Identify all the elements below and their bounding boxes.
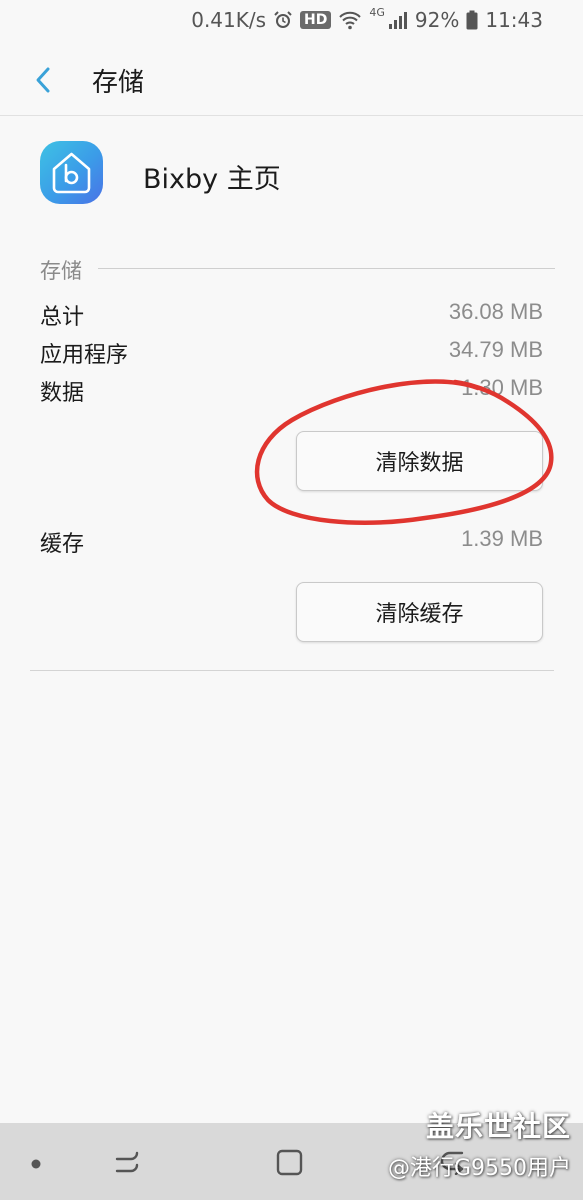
status-bar: 0.41K/s HD 4G 92% 11:43	[0, 0, 583, 40]
cache-label: 缓存	[40, 532, 85, 557]
alarm-icon	[273, 10, 293, 30]
back-button[interactable]	[24, 60, 64, 100]
application-label: 应用程序	[40, 343, 129, 368]
battery-icon	[466, 10, 478, 30]
status-icons: 0.41K/s HD 4G 92% 11:43	[191, 6, 543, 34]
bixby-home-icon	[40, 141, 103, 204]
dot-icon[interactable]	[30, 1155, 42, 1174]
clear-cache-button[interactable]: 清除缓存	[296, 582, 543, 642]
wifi-icon	[338, 10, 362, 30]
clear-data-button[interactable]: 清除数据	[296, 431, 543, 491]
content-divider	[30, 670, 554, 671]
total-label: 总计	[40, 305, 85, 330]
battery-percent: 92%	[414, 8, 460, 32]
watermark-user: @港行G9550用户	[387, 1156, 571, 1181]
data-value: 1.30 MB	[461, 375, 543, 400]
page-title: 存储	[92, 68, 145, 98]
application-value: 34.79 MB	[448, 337, 543, 362]
home-icon[interactable]	[276, 1149, 304, 1181]
watermark-title: 盖乐世社区	[425, 1110, 571, 1143]
network-type: 4G	[369, 5, 385, 19]
chevron-left-icon	[36, 67, 50, 93]
app-bar: 存储	[0, 40, 583, 116]
clock: 11:43	[485, 8, 543, 32]
total-value: 36.08 MB	[448, 299, 543, 324]
data-label: 数据	[40, 381, 85, 406]
hd-badge: HD	[300, 11, 332, 29]
recents-icon[interactable]	[113, 1149, 141, 1179]
section-header-storage: 存储	[40, 259, 82, 283]
signal-icon	[388, 10, 408, 30]
net-speed: 0.41K/s	[191, 8, 267, 32]
app-name: Bixby 主页	[143, 164, 281, 195]
section-divider	[98, 268, 555, 269]
cache-value: 1.39 MB	[461, 526, 543, 551]
